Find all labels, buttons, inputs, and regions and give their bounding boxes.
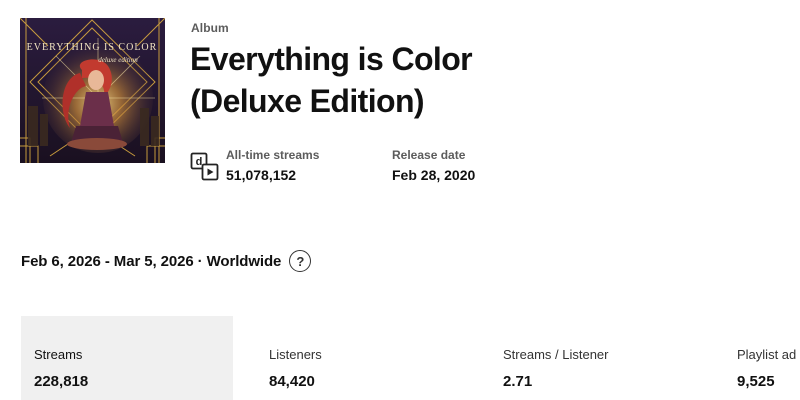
metric-value: 2.71 — [503, 373, 533, 390]
metric-label: Streams — [34, 347, 83, 362]
date-range-text: Feb 6, 2026 - Mar 5, 2026 · Worldwide — [21, 252, 282, 270]
release-date-label: Release date — [392, 148, 466, 162]
cover-subtitle-text: deluxe edition — [98, 56, 138, 64]
album-title-line-1: Everything is Color — [190, 41, 473, 77]
album-title-line-2: (Deluxe Edition) — [190, 83, 425, 119]
all-time-streams-stat: d All-time streams 51,078,152 — [190, 148, 319, 183]
date-range-filter: Feb 6, 2026 - Mar 5, 2026 · Worldwide ? — [21, 248, 312, 274]
album-type-label: Album — [191, 21, 229, 35]
album-cover-art: EVERYTHING IS COLOR deluxe edition — [20, 18, 165, 163]
metric-tab-listeners[interactable]: Listeners 84,420 — [256, 316, 468, 400]
metric-tab-streams-per-listener[interactable]: Streams / Listener 2.71 — [490, 316, 702, 400]
metric-value: 84,420 — [269, 373, 315, 390]
release-date-stat: Release date Feb 28, 2020 — [392, 148, 475, 183]
metric-label: Streams / Listener — [503, 347, 609, 362]
metric-label: Listeners — [269, 347, 322, 362]
album-cover: EVERYTHING IS COLOR deluxe edition — [20, 18, 165, 163]
album-stats-page: EVERYTHING IS COLOR deluxe edition Album… — [0, 0, 800, 400]
metric-value: 228,818 — [34, 373, 89, 390]
all-time-streams-text: All-time streams 51,078,152 — [226, 148, 319, 183]
question-circle-icon[interactable]: ? — [289, 250, 312, 272]
svg-text:d: d — [196, 156, 203, 168]
album-title: Everything is Color (Deluxe Edition) — [190, 38, 610, 122]
cover-title-text: EVERYTHING IS COLOR — [27, 42, 158, 53]
metric-tabs: Streams 228,818 Listeners 84,420 Streams… — [21, 316, 800, 400]
metric-tab-playlist-adds[interactable]: Playlist ad 9,525 — [724, 316, 800, 400]
metric-value: 9,525 — [737, 373, 775, 390]
metric-label: Playlist ad — [737, 347, 797, 362]
all-time-streams-label: All-time streams — [226, 148, 320, 162]
release-date-value: Feb 28, 2020 — [392, 167, 476, 183]
metric-tab-streams[interactable]: Streams 228,818 — [21, 316, 233, 400]
all-time-streams-value: 51,078,152 — [226, 167, 297, 183]
streams-icon: d — [190, 152, 219, 181]
